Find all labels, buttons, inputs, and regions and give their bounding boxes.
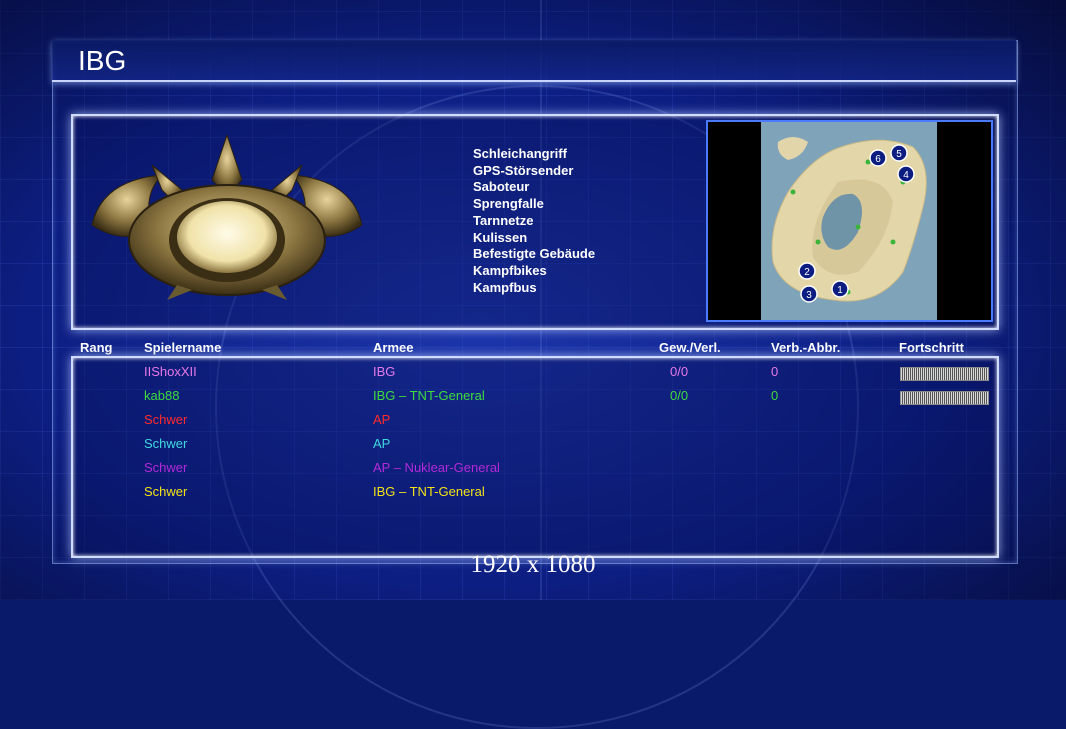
map-preview[interactable]: 1 2 3 4 5 6 xyxy=(706,120,993,322)
svg-text:4: 4 xyxy=(903,170,909,181)
player-army: IBG xyxy=(373,364,396,379)
feature-list: Schleichangriff GPS-Störsender Saboteur … xyxy=(473,146,595,296)
player-name: Schwer xyxy=(144,484,188,499)
progress-bar xyxy=(900,367,989,381)
svg-text:6: 6 xyxy=(875,154,881,165)
column-header-rank: Rang xyxy=(80,340,113,355)
column-header-winloss: Gew./Verl. xyxy=(659,340,721,355)
feature-item: Kulissen xyxy=(473,229,528,245)
svg-text:3: 3 xyxy=(806,290,812,301)
player-army: IBG – TNT-General xyxy=(373,484,485,499)
svg-text:2: 2 xyxy=(804,267,810,278)
player-army: AP xyxy=(373,436,391,451)
feature-item: Kampfbikes xyxy=(473,262,547,278)
player-row[interactable]: Schwer AP – Nuklear-General xyxy=(0,456,1066,480)
player-name: kab88 xyxy=(144,388,180,403)
column-header-disconnects: Verb.-Abbr. xyxy=(771,340,841,355)
svg-text:1: 1 xyxy=(837,285,843,296)
player-winloss: 0/0 xyxy=(670,364,689,379)
player-name: IIShoxXII xyxy=(144,364,197,379)
gla-emblem-icon xyxy=(91,135,363,300)
resolution-label: 1920 x 1080 xyxy=(470,551,596,578)
player-winloss: 0/0 xyxy=(670,388,689,403)
column-header-army: Armee xyxy=(373,340,414,355)
header-bar xyxy=(52,40,1016,82)
player-name: Schwer xyxy=(144,436,188,451)
player-disconnects: 0 xyxy=(771,388,779,403)
feature-item: GPS-Störsender xyxy=(473,162,574,178)
feature-item: Sprengfalle xyxy=(473,196,544,212)
feature-item: Kampfbus xyxy=(473,279,537,295)
svg-text:5: 5 xyxy=(896,149,902,160)
column-header-player: Spielername xyxy=(144,340,222,355)
player-row[interactable]: kab88 IBG – TNT-General 0/0 0 xyxy=(0,384,1066,408)
feature-item: Tarnnetze xyxy=(473,212,534,228)
player-disconnects: 0 xyxy=(771,364,779,379)
player-row[interactable]: Schwer IBG – TNT-General xyxy=(0,480,1066,504)
feature-item: Befestigte Gebäude xyxy=(473,246,596,262)
player-row[interactable]: IIShoxXII IBG 0/0 0 xyxy=(0,360,1066,384)
player-name: Schwer xyxy=(144,412,188,427)
player-army: AP xyxy=(373,412,391,427)
player-row[interactable]: Schwer AP xyxy=(0,432,1066,456)
column-header-progress: Fortschritt xyxy=(899,340,964,355)
page-title: IBG xyxy=(78,45,127,76)
feature-item: Schleichangriff xyxy=(473,146,567,161)
player-army: AP – Nuklear-General xyxy=(373,460,500,475)
player-army: IBG – TNT-General xyxy=(373,388,485,403)
player-name: Schwer xyxy=(144,460,188,475)
player-row[interactable]: Schwer AP xyxy=(0,408,1066,432)
feature-item: Saboteur xyxy=(473,179,530,195)
progress-bar xyxy=(900,391,989,405)
